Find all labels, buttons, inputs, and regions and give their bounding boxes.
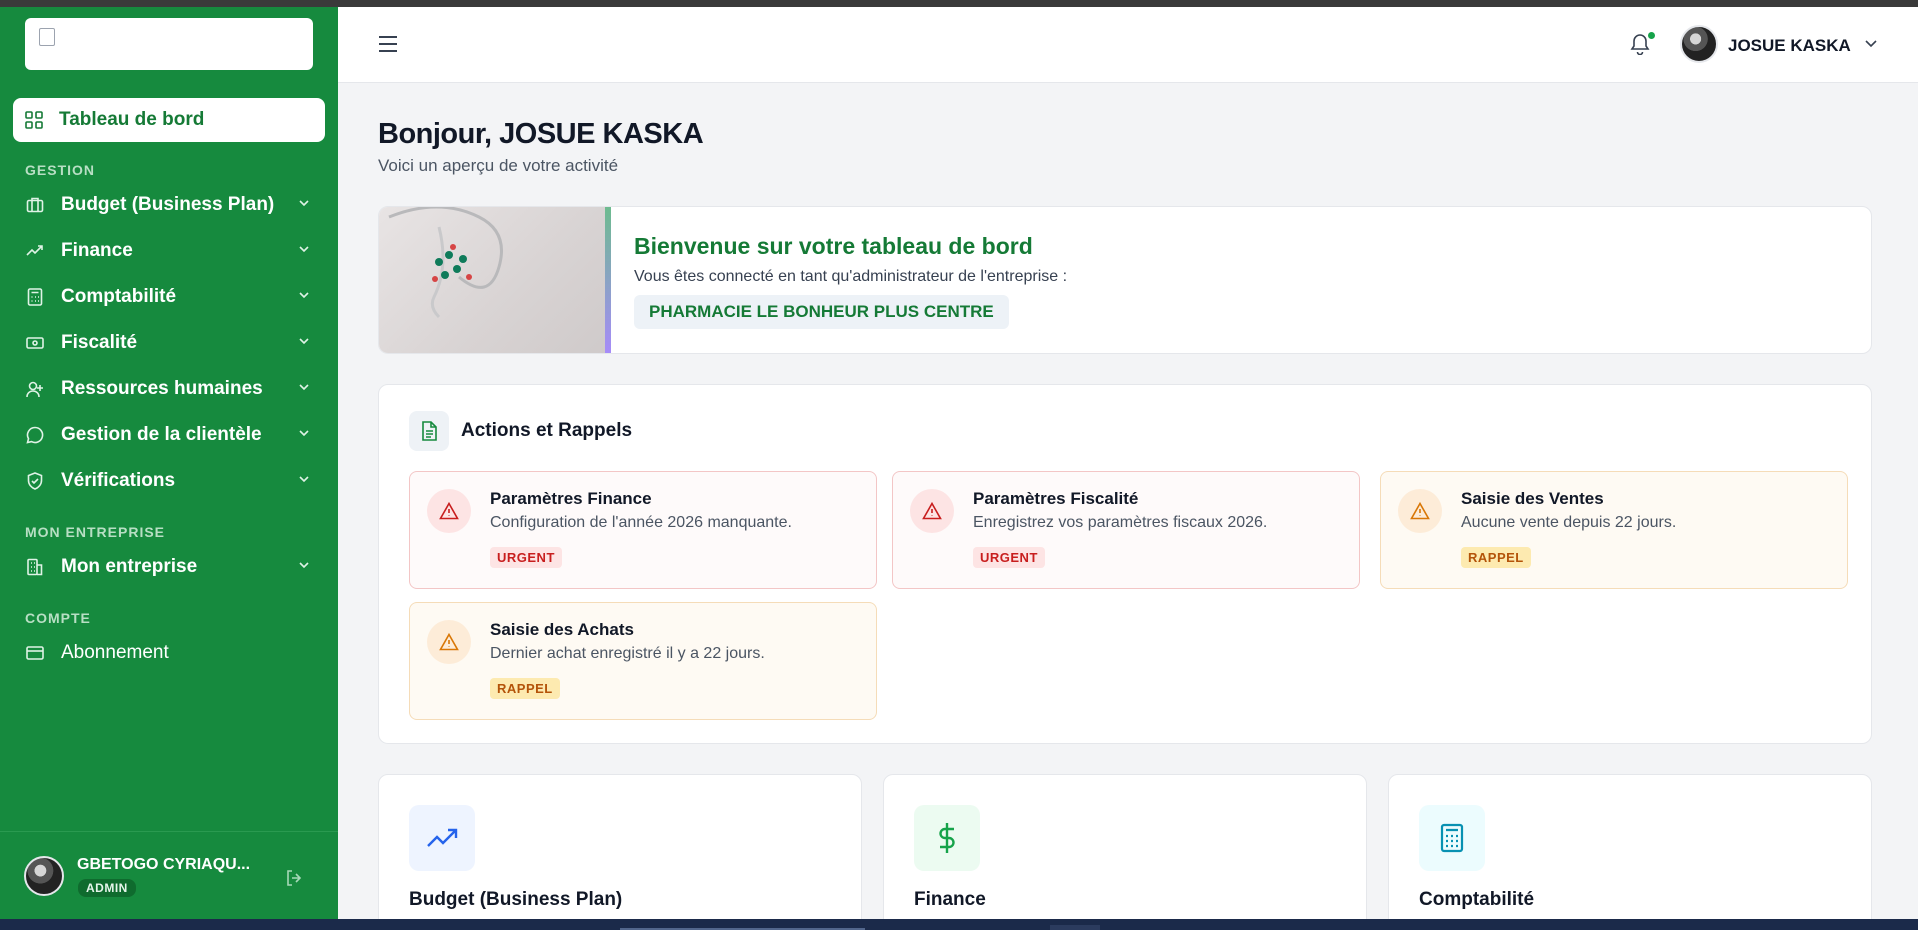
dollar-icon [914,805,980,871]
section-label-mon-entreprise: MON ENTREPRISE [25,524,166,540]
sidebar-item-label: Abonnement [61,642,169,663]
accent-bar [605,207,611,353]
sidebar-item-clientele[interactable]: Gestion de la clientèle [13,415,325,455]
sidebar-user-panel: GBETOGO CYRIAQU... ADMIN [0,831,338,919]
alert-triangle-icon [427,620,471,664]
avatar[interactable] [1680,25,1718,63]
actions-title: Actions et Rappels [461,420,633,441]
pharmacy-image [379,207,607,353]
alert-triangle-icon [910,489,954,533]
action-card[interactable]: Saisie des Ventes Aucune vente depuis 22… [1380,471,1848,589]
action-card-title: Paramètres Fiscalité [973,489,1139,508]
sidebar-item-fiscalite[interactable]: Fiscalité [13,323,325,363]
action-card-description: Enregistrez vos paramètres fiscaux 2026. [973,514,1268,531]
role-badge: ADMIN [78,879,136,897]
sidebar-item-comptabilite[interactable]: Comptabilité [13,277,325,317]
sidebar-item-label: Mon entreprise [61,556,198,577]
chevron-down-icon [299,430,309,437]
banknote-icon [25,333,45,353]
top-header: JOSUE KASKA [338,7,1918,83]
notification-dot [1648,32,1655,39]
action-card[interactable]: Saisie des Achats Dernier achat enregist… [409,602,877,720]
sidebar-item-label: Fiscalité [61,332,138,353]
sidebar-item-label: Vérifications [61,470,176,491]
sidebar-item-ressources-humaines[interactable]: Ressources humaines [13,369,325,409]
chevron-down-icon[interactable] [1864,39,1878,49]
chevron-down-icon [299,292,309,299]
urgent-badge: URGENT [490,547,562,568]
sidebar-item-label: Comptabilité [61,286,177,307]
action-card[interactable]: Paramètres Fiscalité Enregistrez vos par… [892,471,1360,589]
sidebar-item-budget[interactable]: Budget (Business Plan) [13,185,325,225]
sidebar-item-verifications[interactable]: Vérifications [13,461,325,501]
module-card-comptabilite[interactable]: Comptabilité [1388,774,1872,930]
section-label-compte: COMPTE [25,610,91,626]
trending-up-icon [409,805,475,871]
broken-image-icon [39,28,55,46]
action-card-description: Dernier achat enregistré il y a 22 jours… [490,645,765,662]
actions-panel: Actions et Rappels Paramètres Finance Co… [378,384,1872,744]
chevron-down-icon [299,338,309,345]
header-user-name[interactable]: JOSUE KASKA [1728,36,1851,56]
sidebar-item-label: Budget (Business Plan) [61,194,275,215]
avatar[interactable] [24,856,64,896]
alert-triangle-icon [427,489,471,533]
shield-check-icon [25,471,45,491]
trending-up-icon [25,241,45,261]
credit-card-icon [25,643,45,663]
alert-triangle-icon [1398,489,1442,533]
action-card[interactable]: Paramètres Finance Configuration de l'an… [409,471,877,589]
dashboard-grid-icon [25,111,43,129]
document-icon [409,411,449,451]
welcome-description: Vous êtes connecté en tant qu'administra… [634,268,1068,285]
logout-icon[interactable] [284,868,304,888]
chevron-down-icon [299,476,309,483]
calculator-icon [25,287,45,307]
bell-icon[interactable] [1630,33,1650,55]
message-circle-icon [25,425,45,445]
sidebar-item-mon-entreprise[interactable]: Mon entreprise [13,547,325,587]
reminder-badge: RAPPEL [490,678,560,699]
chevron-down-icon [299,562,309,569]
taskbar-strip [0,919,1918,930]
sidebar-item-label: Finance [61,240,133,261]
module-card-finance[interactable]: Finance [883,774,1367,930]
action-card-title: Saisie des Achats [490,620,634,639]
briefcase-icon [25,195,45,215]
welcome-title: Bienvenue sur votre tableau de bord [634,233,1033,259]
section-label-gestion: GESTION [25,162,96,178]
action-card-description: Configuration de l'année 2026 manquante. [490,514,792,531]
calculator-icon [1419,805,1485,871]
action-card-title: Saisie des Ventes [1461,489,1604,508]
taskbar-indicator [1050,925,1100,930]
module-card-budget[interactable]: Budget (Business Plan) [378,774,862,930]
module-title: Finance [914,889,986,910]
action-card-title: Paramètres Finance [490,489,652,508]
sidebar-item-label: Tableau de bord [59,109,205,130]
urgent-badge: URGENT [973,547,1045,568]
building-icon [25,557,45,577]
sidebar-item-label: Gestion de la clientèle [61,424,262,445]
page-title: Bonjour, JOSUE KASKA [378,118,704,150]
sidebar-item-dashboard[interactable]: Tableau de bord [13,98,325,142]
menu-icon[interactable] [378,35,398,53]
company-name-pill: PHARMACIE LE BONHEUR PLUS CENTRE [634,295,1009,329]
page-subtitle: Voici un aperçu de votre activité [378,156,619,175]
welcome-banner: Bienvenue sur votre tableau de bord Vous… [378,206,1872,354]
user-plus-icon [25,379,45,399]
action-card-description: Aucune vente depuis 22 jours. [1461,514,1677,531]
sidebar-item-label: Ressources humaines [61,378,263,399]
window-top-strip [0,0,1918,7]
module-title: Comptabilité [1419,889,1535,910]
sidebar-item-abonnement[interactable]: Abonnement [13,633,325,673]
sidebar-item-finance[interactable]: Finance [13,231,325,271]
sidebar: Tableau de bord GESTION Budget (Business… [0,7,338,919]
company-logo[interactable] [25,18,313,70]
chevron-down-icon [299,200,309,207]
module-title: Budget (Business Plan) [409,889,623,910]
chevron-down-icon [299,384,309,391]
reminder-badge: RAPPEL [1461,547,1531,568]
chevron-down-icon [299,246,309,253]
sidebar-user-name: GBETOGO CYRIAQU... [77,856,251,873]
